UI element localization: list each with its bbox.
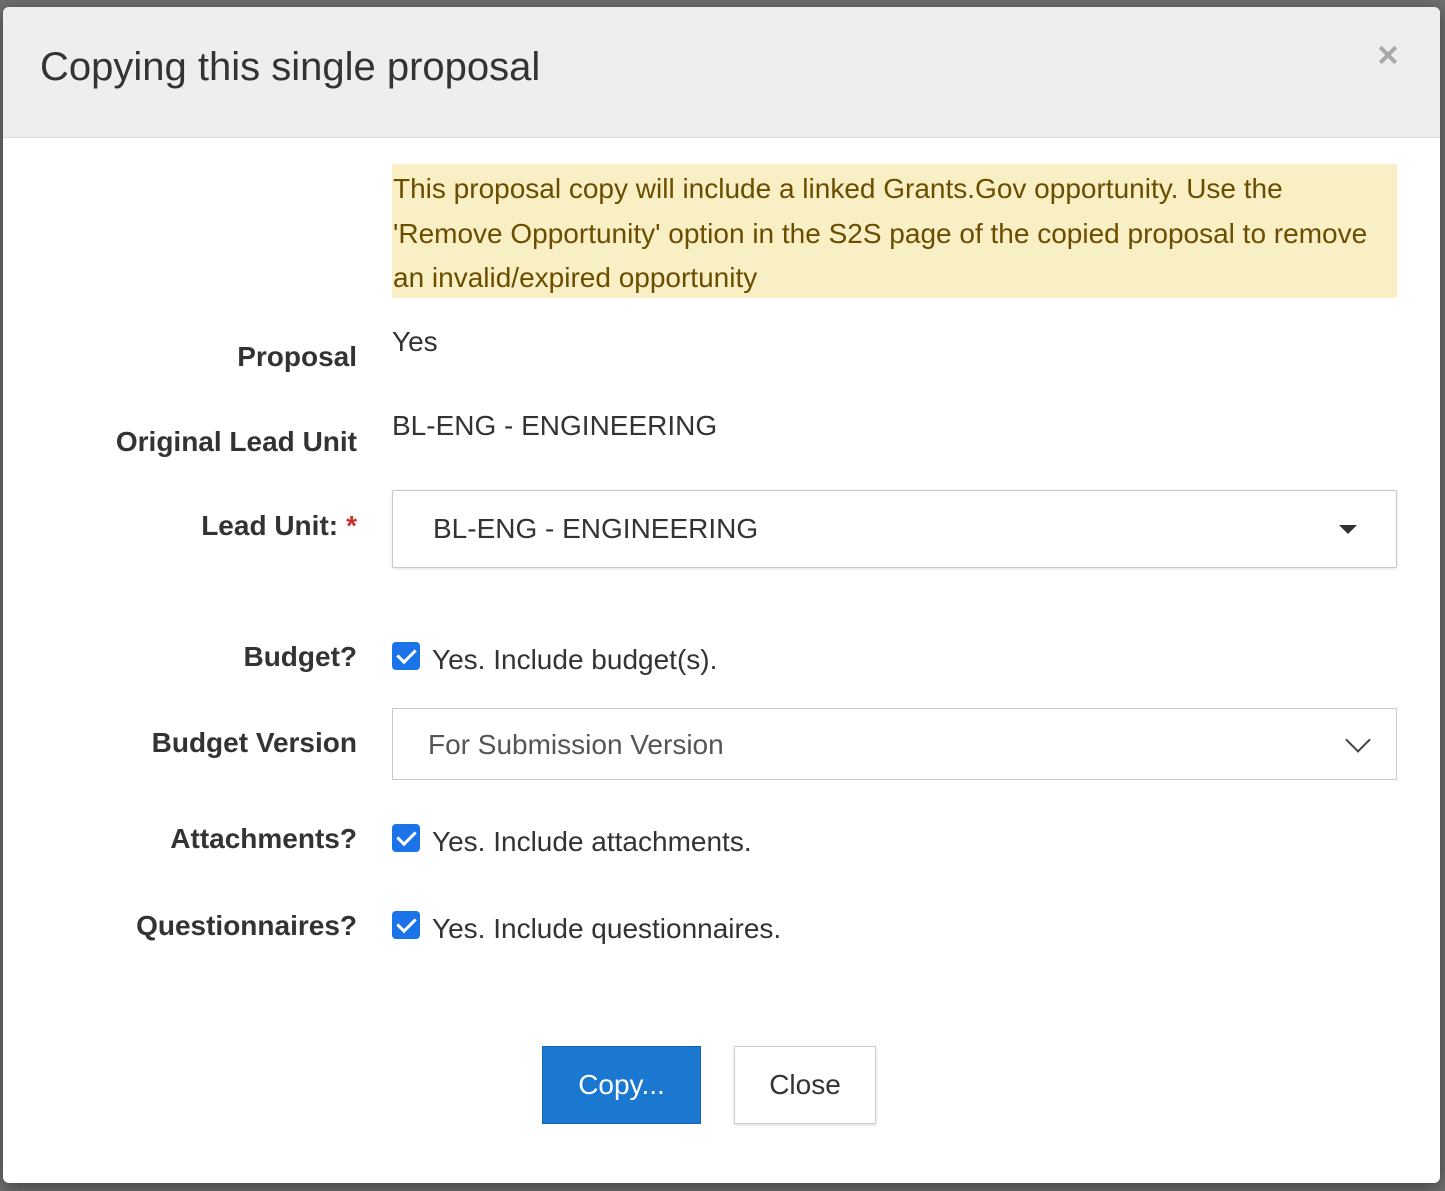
budget-checkbox-label[interactable]: Yes. Include budget(s). bbox=[432, 644, 717, 676]
questionnaires-checkbox-label[interactable]: Yes. Include questionnaires. bbox=[432, 913, 781, 945]
copy-proposal-dialog: Copying this single proposal This propos… bbox=[3, 7, 1440, 1183]
attachments-label: Attachments? bbox=[170, 823, 357, 854]
proposal-value: Yes bbox=[392, 326, 438, 357]
original-lead-unit-value: BL-ENG - ENGINEERING bbox=[392, 410, 718, 441]
questionnaires-checkbox-row[interactable]: Yes. Include questionnaires. bbox=[392, 909, 781, 944]
copy-button[interactable]: Copy... bbox=[542, 1046, 701, 1124]
attachments-checkbox-row[interactable]: Yes. Include attachments. bbox=[392, 822, 752, 857]
dialog-title: Copying this single proposal bbox=[40, 45, 541, 89]
close-button[interactable]: Close bbox=[734, 1046, 876, 1124]
lead-unit-label-text: Lead Unit: bbox=[201, 510, 339, 541]
opportunity-warning: This proposal copy will include a linked… bbox=[392, 164, 1397, 298]
chevron-down-icon bbox=[1345, 727, 1371, 753]
budget-checkbox-row[interactable]: Yes. Include budget(s). bbox=[392, 640, 717, 675]
budget-version-label: Budget Version bbox=[151, 727, 357, 758]
questionnaires-label: Questionnaires? bbox=[136, 910, 357, 941]
budget-checkbox[interactable] bbox=[392, 642, 420, 670]
close-icon[interactable] bbox=[1372, 41, 1402, 71]
required-mark: * bbox=[346, 510, 357, 541]
budget-label: Budget? bbox=[243, 641, 357, 672]
budget-version-select[interactable]: For Submission Version bbox=[392, 708, 1397, 780]
attachments-checkbox-label[interactable]: Yes. Include attachments. bbox=[432, 826, 752, 858]
original-lead-unit-label: Original Lead Unit bbox=[115, 426, 357, 457]
lead-unit-label: Lead Unit: * bbox=[201, 510, 357, 542]
lead-unit-select[interactable]: BL-ENG - ENGINEERING bbox=[392, 490, 1397, 568]
questionnaires-checkbox[interactable] bbox=[392, 911, 420, 939]
caret-down-icon bbox=[1339, 525, 1357, 534]
budget-version-selected-value: For Submission Version bbox=[428, 729, 724, 760]
proposal-label: Proposal bbox=[237, 341, 357, 372]
attachments-checkbox[interactable] bbox=[392, 824, 420, 852]
dialog-header: Copying this single proposal bbox=[3, 7, 1440, 138]
lead-unit-selected-value: BL-ENG - ENGINEERING bbox=[433, 513, 759, 544]
